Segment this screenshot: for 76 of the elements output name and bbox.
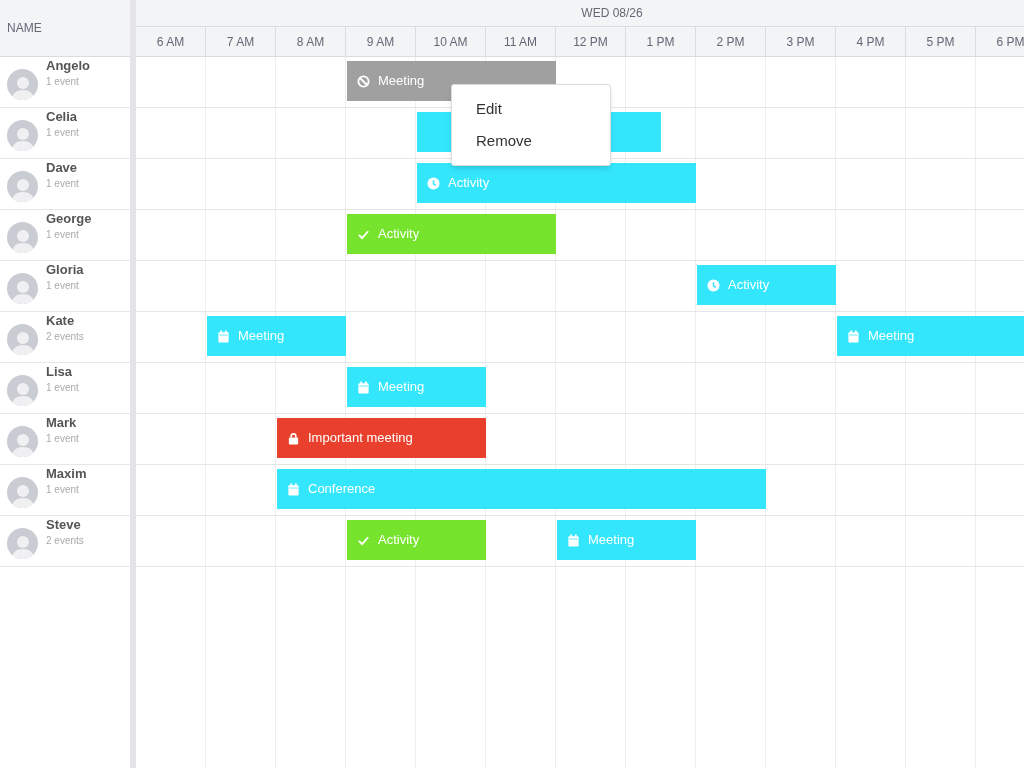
hour-header: 11 AM [486, 27, 556, 56]
event-bar[interactable]: Important meeting [277, 418, 486, 458]
clock-icon [707, 278, 720, 292]
event-bar[interactable]: Activity [417, 163, 696, 203]
event-label: Activity [378, 225, 420, 244]
event-label: Activity [378, 531, 420, 550]
event-bar[interactable]: Conference [277, 469, 766, 509]
event-bar[interactable]: Activity [697, 265, 836, 305]
hour-header: 7 AM [206, 27, 276, 56]
calendar-icon [357, 380, 370, 394]
lock-icon [287, 431, 300, 445]
event-label: Activity [448, 174, 490, 193]
calendar-icon [567, 533, 580, 547]
avatar [7, 221, 38, 253]
event-label: Meeting [588, 531, 635, 550]
avatar [7, 374, 38, 406]
event-count: 1 event [46, 177, 79, 191]
clock-icon [427, 176, 440, 190]
person-name: Gloria [46, 262, 84, 278]
event-label: Important meeting [308, 429, 413, 448]
person-name: Dave [46, 160, 79, 176]
hour-header: 10 AM [416, 27, 486, 56]
hour-header: 12 PM [556, 27, 626, 56]
avatar [7, 323, 38, 355]
avatar [7, 119, 38, 151]
event-count: 1 event [46, 75, 80, 89]
avatar [7, 476, 38, 508]
hour-header: 1 PM [626, 27, 696, 56]
avatar [7, 527, 38, 559]
event-bar[interactable]: Activity [347, 214, 556, 254]
event-label: Meeting [238, 327, 285, 346]
hour-header: 6 PM [976, 27, 1024, 56]
event-label: Meeting [378, 72, 425, 91]
person-name: Kate [46, 313, 76, 329]
event-bar[interactable]: Activity [347, 520, 486, 560]
hour-header: 2 PM [696, 27, 766, 56]
event-count: 1 event [46, 279, 80, 293]
person-name: Mark [46, 415, 78, 431]
event-count: 2 events [46, 330, 84, 344]
calendar-icon [217, 329, 230, 343]
event-count: 1 event [46, 483, 80, 497]
event-count: 1 event [46, 228, 80, 242]
menu-item[interactable]: Remove [452, 125, 610, 157]
hour-header: 3 PM [766, 27, 836, 56]
event-count: 1 event [46, 381, 79, 395]
avatar [7, 425, 38, 457]
date-header: WED 08/26 [581, 5, 643, 22]
event-label: Meeting [868, 327, 915, 346]
event-label: Activity [728, 276, 770, 295]
hour-header: 6 AM [136, 27, 206, 56]
hour-header: 5 PM [906, 27, 976, 56]
avatar [7, 272, 38, 304]
event-bar[interactable]: Meeting [837, 316, 1024, 356]
avatar [7, 68, 38, 100]
event-bar[interactable]: Meeting [557, 520, 696, 560]
event-label: Conference [308, 480, 376, 499]
event-count: 1 event [46, 126, 79, 140]
person-name: Lisa [46, 364, 73, 380]
hour-header: 4 PM [836, 27, 906, 56]
calendar-icon [287, 482, 300, 496]
event-bar[interactable]: Meeting [347, 367, 486, 407]
person-name: Celia [46, 109, 79, 125]
person-name: George [46, 211, 92, 227]
event-count: 1 event [46, 432, 79, 446]
blocked-icon [357, 74, 370, 88]
event-label: Meeting [378, 378, 425, 397]
calendar-icon [847, 329, 860, 343]
event-count: 2 events [46, 534, 84, 548]
person-name: Angelo [46, 58, 91, 74]
person-name: Steve [46, 517, 82, 533]
hour-header: 9 AM [346, 27, 416, 56]
person-name: Maxim [46, 466, 87, 482]
avatar [7, 170, 38, 202]
name-column-header: NAME [7, 20, 42, 37]
hour-header: 8 AM [276, 27, 346, 56]
event-bar[interactable]: Meeting [207, 316, 346, 356]
